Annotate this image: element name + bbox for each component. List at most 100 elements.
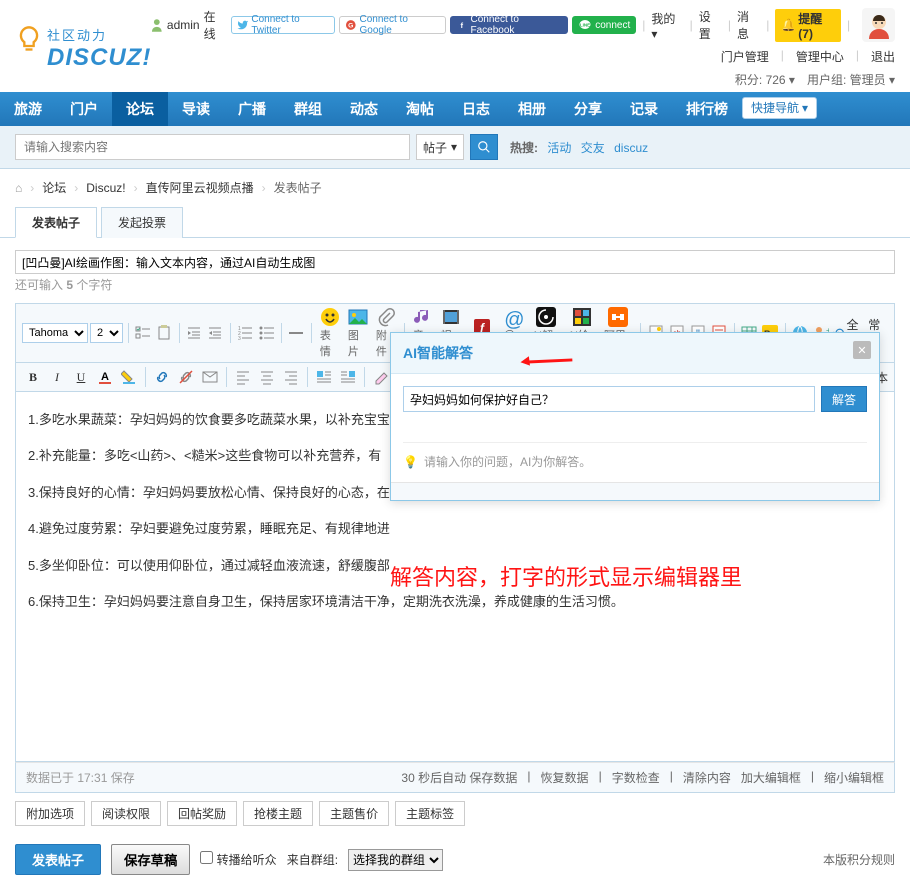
tab-poll[interactable]: 发起投票 (101, 207, 183, 238)
nav-item-8[interactable]: 日志 (448, 92, 504, 126)
checklist-icon[interactable] (134, 322, 153, 344)
opt-1[interactable]: 阅读权限 (91, 801, 161, 826)
quick-nav-button[interactable]: 快捷导航 ▾ (742, 97, 817, 119)
repost-checkbox-label[interactable]: 转播给听众 (200, 851, 276, 868)
bc-link-2[interactable]: 直传阿里云视频点播 (146, 179, 254, 196)
nav-item-3[interactable]: 导读 (168, 92, 224, 126)
indent-icon[interactable] (185, 322, 204, 344)
paste-icon[interactable] (155, 322, 174, 344)
chevron-down-icon: ▾ (451, 140, 457, 154)
logout-link[interactable]: 退出 (871, 48, 895, 65)
ai-paint-icon (572, 307, 592, 327)
email-button[interactable] (199, 366, 221, 388)
connect-facebook-button[interactable]: fConnect to Facebook (450, 16, 568, 34)
opt-5[interactable]: 主题标签 (395, 801, 465, 826)
hr-icon[interactable] (287, 322, 306, 344)
shrink-button[interactable]: 缩小编辑框 (824, 769, 884, 786)
float-right-button[interactable] (337, 366, 359, 388)
lightbulb-icon: 💡 (403, 455, 418, 469)
image-icon (348, 307, 368, 327)
clear-button[interactable]: 清除内容 (683, 769, 731, 786)
nav-item-1[interactable]: 门户 (56, 92, 112, 126)
nav-item-4[interactable]: 广播 (224, 92, 280, 126)
close-button[interactable]: ✕ (853, 341, 871, 359)
group-select[interactable]: 选择我的群组 (348, 849, 443, 871)
underline-button[interactable]: U (70, 366, 92, 388)
connect-google-button[interactable]: GConnect to Google (339, 16, 446, 34)
align-left-button[interactable] (232, 366, 254, 388)
publish-button[interactable]: 发表帖子 (15, 844, 101, 875)
outdent-icon[interactable] (206, 322, 225, 344)
editor-footer: 数据已于 17:31 保存 30 秒后自动 保存数据 | 恢复数据 | 字数检查… (15, 762, 895, 793)
hot-link-1[interactable]: 交友 (581, 141, 605, 155)
save-status: 数据已于 17:31 保存 (26, 769, 135, 786)
rules-link[interactable]: 本版积分规则 (823, 851, 895, 868)
opt-0[interactable]: 附加选项 (15, 801, 85, 826)
tab-post[interactable]: 发表帖子 (15, 207, 97, 238)
float-left-button[interactable] (313, 366, 335, 388)
avatar[interactable] (862, 8, 895, 42)
repost-checkbox[interactable] (200, 851, 213, 864)
emoji-button[interactable]: 表情 (317, 307, 343, 359)
bc-link-1[interactable]: Discuz! (86, 181, 125, 195)
link-button[interactable] (151, 366, 173, 388)
search-input[interactable] (15, 134, 410, 160)
my-link[interactable]: 我的 ▾ (651, 10, 683, 41)
hot-link-0[interactable]: 活动 (547, 141, 571, 155)
home-icon[interactable]: ⌂ (15, 181, 22, 195)
nav-item-2[interactable]: 论坛 (112, 92, 168, 126)
nav-item-9[interactable]: 相册 (504, 92, 560, 126)
char-counter: 还可输入 5 个字符 (15, 276, 112, 293)
nav-item-6[interactable]: 动态 (336, 92, 392, 126)
ordered-list-icon[interactable]: 123 (236, 322, 255, 344)
bold-button[interactable]: B (22, 366, 44, 388)
image-button[interactable]: 图片 (345, 307, 371, 359)
hot-link-2[interactable]: discuz (614, 141, 648, 155)
align-right-button[interactable] (280, 366, 302, 388)
hot-search: 热搜: 活动 交友 discuz (510, 139, 648, 156)
settings-link[interactable]: 设置 (699, 8, 722, 42)
font-family-select[interactable]: Tahoma (22, 323, 88, 343)
nav-item-0[interactable]: 旅游 (0, 92, 56, 126)
nav-item-10[interactable]: 分享 (560, 92, 616, 126)
autosave-label[interactable]: 30 秒后自动 保存数据 (401, 769, 517, 786)
subject-input[interactable] (15, 250, 895, 274)
opt-3[interactable]: 抢楼主题 (243, 801, 313, 826)
text-color-button[interactable]: A (94, 366, 116, 388)
ai-answer-dialog: AI智能解答 ✕ 解答 💡 请输入你的问题，AI为你解答。 (390, 332, 880, 501)
nav-item-12[interactable]: 排行榜 (672, 92, 742, 126)
draft-button[interactable]: 保存草稿 (111, 844, 190, 875)
unordered-list-icon[interactable] (257, 322, 276, 344)
connect-twitter-button[interactable]: Connect to Twitter (231, 16, 335, 34)
clear-format-button[interactable] (370, 366, 392, 388)
highlight-button[interactable] (118, 366, 140, 388)
opt-4[interactable]: 主题售价 (319, 801, 389, 826)
opt-2[interactable]: 回帖奖励 (167, 801, 237, 826)
portal-admin-link[interactable]: 门户管理 (721, 48, 769, 65)
connect-line-button[interactable]: LINEconnect (572, 16, 636, 34)
breadcrumb: ⌂ › 论坛 › Discuz! › 直传阿里云视频点播 › 发表帖子 (0, 169, 910, 206)
ai-question-input[interactable] (403, 386, 815, 412)
wordcheck-button[interactable]: 字数检查 (612, 769, 660, 786)
restore-button[interactable]: 恢复数据 (541, 769, 589, 786)
bc-current: 发表帖子 (274, 179, 322, 196)
messages-link[interactable]: 消息 (737, 8, 760, 42)
align-center-button[interactable] (256, 366, 278, 388)
nav-item-5[interactable]: 群组 (280, 92, 336, 126)
admin-center-link[interactable]: 管理中心 (796, 48, 844, 65)
search-button[interactable] (470, 134, 498, 160)
font-size-select[interactable]: 2 (90, 323, 123, 343)
username-link[interactable]: admin (167, 18, 200, 32)
nav-item-11[interactable]: 记录 (616, 92, 672, 126)
svg-text:f: f (460, 21, 463, 30)
unlink-button[interactable] (175, 366, 197, 388)
italic-button[interactable]: I (46, 366, 68, 388)
ai-answer-submit-button[interactable]: 解答 (821, 386, 867, 412)
chevron-down-icon: ▾ (802, 99, 808, 117)
reminder-badge[interactable]: 🔔提醒(7) (775, 9, 841, 42)
logo[interactable]: 社区动力 DISCUZ! (15, 25, 151, 72)
bc-link-0[interactable]: 论坛 (42, 179, 66, 196)
enlarge-button[interactable]: 加大编辑框 (741, 769, 801, 786)
search-scope-select[interactable]: 帖子 ▾ (416, 134, 464, 160)
nav-item-7[interactable]: 淘帖 (392, 92, 448, 126)
